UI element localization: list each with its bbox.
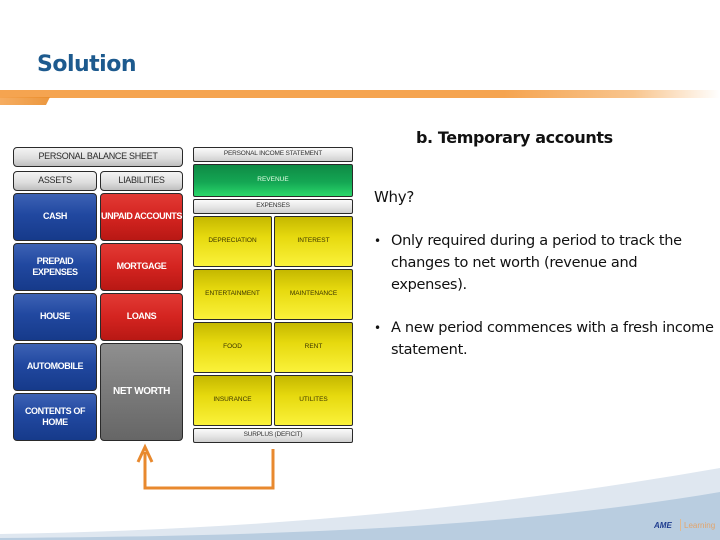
footer-logo-divider	[680, 519, 681, 531]
footer-wave	[0, 468, 720, 540]
bullet-text: A new period commences with a fresh inco…	[391, 320, 714, 358]
footer-logo-brand: AME	[654, 521, 672, 530]
question-text: Why?	[374, 188, 414, 206]
bullet-text: Only required during a period to track t…	[391, 233, 682, 293]
bullet-list: • Only required during a period to track…	[374, 230, 714, 382]
bullet-icon: •	[374, 321, 381, 335]
bullet-item: • Only required during a period to track…	[374, 230, 714, 296]
section-heading: b. Temporary accounts	[416, 128, 613, 147]
bullet-item: • A new period commences with a fresh in…	[374, 317, 714, 361]
footer-logo-text: Learning	[684, 521, 716, 530]
bullet-icon: •	[374, 234, 381, 248]
